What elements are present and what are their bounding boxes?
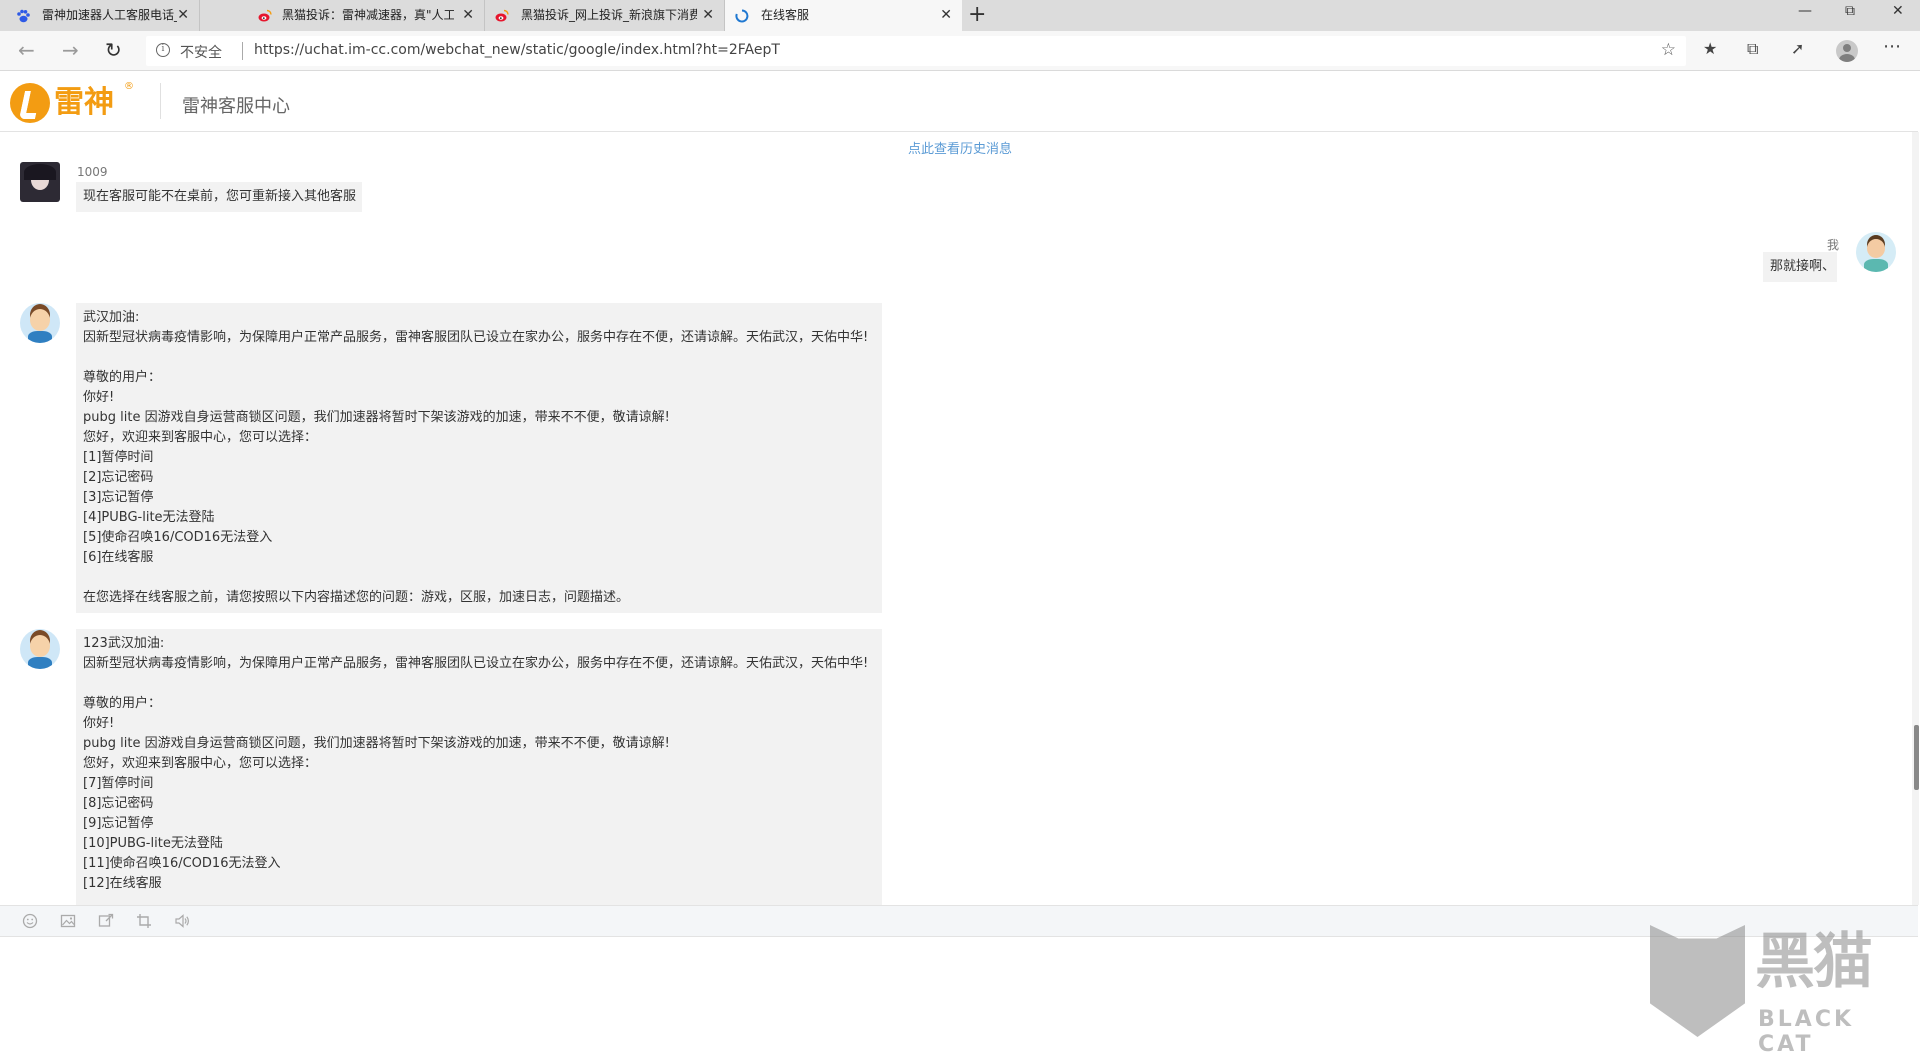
message-line: pubg lite 因游戏自身运营商锁区问题，我们加速器将暂时下架该游戏的加速，… xyxy=(83,410,670,425)
more-menu-icon[interactable]: ⋯ xyxy=(1883,36,1901,57)
favorites-list-icon[interactable]: ★ xyxy=(1703,39,1717,58)
sender-name: 我 xyxy=(1827,238,1840,252)
chat-scrollbar-thumb[interactable] xyxy=(1914,725,1919,790)
watermark-text: 黑猫 xyxy=(1755,927,1873,997)
edge-loading-icon xyxy=(735,9,749,23)
message-bubble: 武汉加油: 因新型冠状病毒疫情影响，为保障用户正常产品服务，雷神客服团队已设立在… xyxy=(76,303,882,613)
message-line: 你好! xyxy=(83,390,115,405)
chat-message-list[interactable]: 点此查看历史消息 1009 现在客服可能不在桌前，您可重新接入其他客服 我 那就… xyxy=(0,132,1910,905)
tab-close-icon[interactable]: ✕ xyxy=(702,7,714,23)
forward-arrow-icon[interactable]: → xyxy=(62,39,79,61)
menu-option: [6]在线客服 xyxy=(83,550,154,565)
profile-avatar-icon[interactable] xyxy=(1836,40,1858,62)
menu-option: [11]使命召唤16/COD16无法登入 xyxy=(83,856,281,871)
message-line xyxy=(83,348,875,368)
menu-option: [2]忘记密码 xyxy=(83,470,154,485)
message-line: 武汉加油: xyxy=(83,310,140,325)
minimize-icon[interactable]: — xyxy=(1798,3,1812,19)
brand-name: 雷神 xyxy=(54,85,114,120)
restore-icon[interactable]: ⧉ xyxy=(1845,3,1855,19)
page-title: 雷神客服中心 xyxy=(182,96,290,117)
crop-icon[interactable] xyxy=(136,913,152,929)
agent-avatar xyxy=(20,162,60,202)
registered-mark: ® xyxy=(124,81,134,92)
menu-option: [10]PUBG-lite无法登陆 xyxy=(83,836,223,851)
browser-tab-1[interactable]: 雷神加速器人工客服电话_百度搜 ✕ xyxy=(0,0,200,31)
menu-option: [5]使命召唤16/COD16无法登入 xyxy=(83,530,273,545)
watermark-text-en: BLACK CAT xyxy=(1758,1007,1855,1057)
emoji-icon[interactable] xyxy=(22,913,38,929)
message-line: 因新型冠状病毒疫情影响，为保障用户正常产品服务，雷神客服团队已设立在家办公，服务… xyxy=(83,656,869,671)
header-divider xyxy=(160,83,161,119)
blackcat-logo-icon xyxy=(1650,925,1745,1037)
leishen-logo: 雷神 ® xyxy=(10,81,135,125)
tab-title: 黑猫投诉_网上投诉_新浪旗下消费 xyxy=(521,8,697,22)
weibo-icon xyxy=(258,9,272,22)
collections-icon[interactable]: ⧉ xyxy=(1747,39,1758,59)
browser-tab-3[interactable]: 黑猫投诉_网上投诉_新浪旗下消费 ✕ xyxy=(485,0,725,31)
message-text: 那就接啊、 xyxy=(1770,259,1836,274)
message-line: 在您选择在线客服之前，请您按照以下内容描述您的问题：游戏，区服，加速日志，问题描… xyxy=(83,590,630,605)
tab-close-icon[interactable]: ✕ xyxy=(177,7,189,23)
tab-title: 在线客服 xyxy=(761,8,810,22)
bot-avatar xyxy=(20,629,60,669)
message-line: 123武汉加油: xyxy=(83,636,165,651)
menu-option: [1]暂停时间 xyxy=(83,450,154,465)
menu-option: [12]在线客服 xyxy=(83,876,162,891)
menu-option: [3]忘记暂停 xyxy=(83,490,154,505)
browser-tab-2[interactable]: 黑猫投诉：雷神减速器，真"人工 ✕ xyxy=(250,0,485,31)
window-close-icon[interactable]: ✕ xyxy=(1892,3,1904,19)
favorite-star-icon[interactable]: ☆ xyxy=(1661,40,1676,60)
tab-title: 黑猫投诉：雷神减速器，真"人工 xyxy=(282,8,454,22)
message-text: 现在客服可能不在桌前，您可重新接入其他客服 xyxy=(83,189,357,204)
refresh-icon[interactable]: ↻ xyxy=(105,39,122,61)
address-toolbar: ← → ↻ i 不安全 https://uchat.im-cc.com/webc… xyxy=(0,31,1920,71)
leishen-logo-mark-icon xyxy=(10,83,50,123)
new-tab-button[interactable]: + xyxy=(968,4,986,26)
message-line: 您好，欢迎来到客服中心，您可以选择： xyxy=(83,756,318,771)
image-icon[interactable] xyxy=(60,913,76,929)
browser-tab-strip: 雷神加速器人工客服电话_百度搜 ✕ 黑猫投诉：雷神减速器，真"人工 ✕ 黑猫投诉… xyxy=(0,0,1920,31)
weibo-icon xyxy=(495,9,509,22)
message-line: 你好! xyxy=(83,716,115,731)
message-bubble: 那就接啊、 xyxy=(1763,252,1837,282)
voice-icon[interactable] xyxy=(174,913,190,929)
message-line: 您好，欢迎来到客服中心，您可以选择： xyxy=(83,430,318,445)
tab-close-icon[interactable]: ✕ xyxy=(940,7,952,23)
sender-name: 1009 xyxy=(77,165,108,179)
security-label[interactable]: 不安全 xyxy=(180,42,222,62)
message-line xyxy=(83,674,875,694)
info-icon[interactable]: i xyxy=(156,43,170,57)
user-avatar xyxy=(1856,232,1896,272)
message-line: pubg lite 因游戏自身运营商锁区问题，我们加速器将暂时下架该游戏的加速，… xyxy=(83,736,670,751)
message-input[interactable] xyxy=(0,937,1918,1039)
baidu-paw-icon xyxy=(17,9,30,23)
message-line xyxy=(83,568,875,588)
browser-tab-active[interactable]: 在线客服 ✕ xyxy=(725,0,962,31)
menu-option: [7]暂停时间 xyxy=(83,776,154,791)
divider xyxy=(242,42,243,60)
message-bubble: 现在客服可能不在桌前，您可重新接入其他客服 xyxy=(76,182,362,212)
menu-option: [8]忘记密码 xyxy=(83,796,154,811)
composer-toolbar xyxy=(0,905,1918,937)
view-history-link[interactable]: 点此查看历史消息 xyxy=(0,138,1910,157)
back-arrow-icon[interactable]: ← xyxy=(18,39,35,61)
menu-option: [4]PUBG-lite无法登陆 xyxy=(83,510,215,525)
blackcat-watermark: 黑猫 BLACK CAT xyxy=(1650,925,1920,1057)
menu-option: [9]忘记暂停 xyxy=(83,816,154,831)
page-header: 雷神 ® 雷神客服中心 xyxy=(0,71,1918,132)
address-bar[interactable]: i 不安全 https://uchat.im-cc.com/webchat_ne… xyxy=(146,36,1686,66)
screenshot-share-icon[interactable] xyxy=(98,913,114,929)
message-line: 尊敬的用户： xyxy=(83,696,162,711)
share-icon[interactable]: ➚ xyxy=(1791,39,1804,58)
tab-title: 雷神加速器人工客服电话_百度搜 xyxy=(42,8,177,22)
url-text[interactable]: https://uchat.im-cc.com/webchat_new/stat… xyxy=(254,42,780,58)
message-line: 因新型冠状病毒疫情影响，为保障用户正常产品服务，雷神客服团队已设立在家办公，服务… xyxy=(83,330,869,345)
message-bubble: 123武汉加油: 因新型冠状病毒疫情影响，为保障用户正常产品服务，雷神客服团队已… xyxy=(76,629,882,905)
message-line: 尊敬的用户： xyxy=(83,370,162,385)
tab-close-icon[interactable]: ✕ xyxy=(462,7,474,23)
bot-avatar xyxy=(20,303,60,343)
